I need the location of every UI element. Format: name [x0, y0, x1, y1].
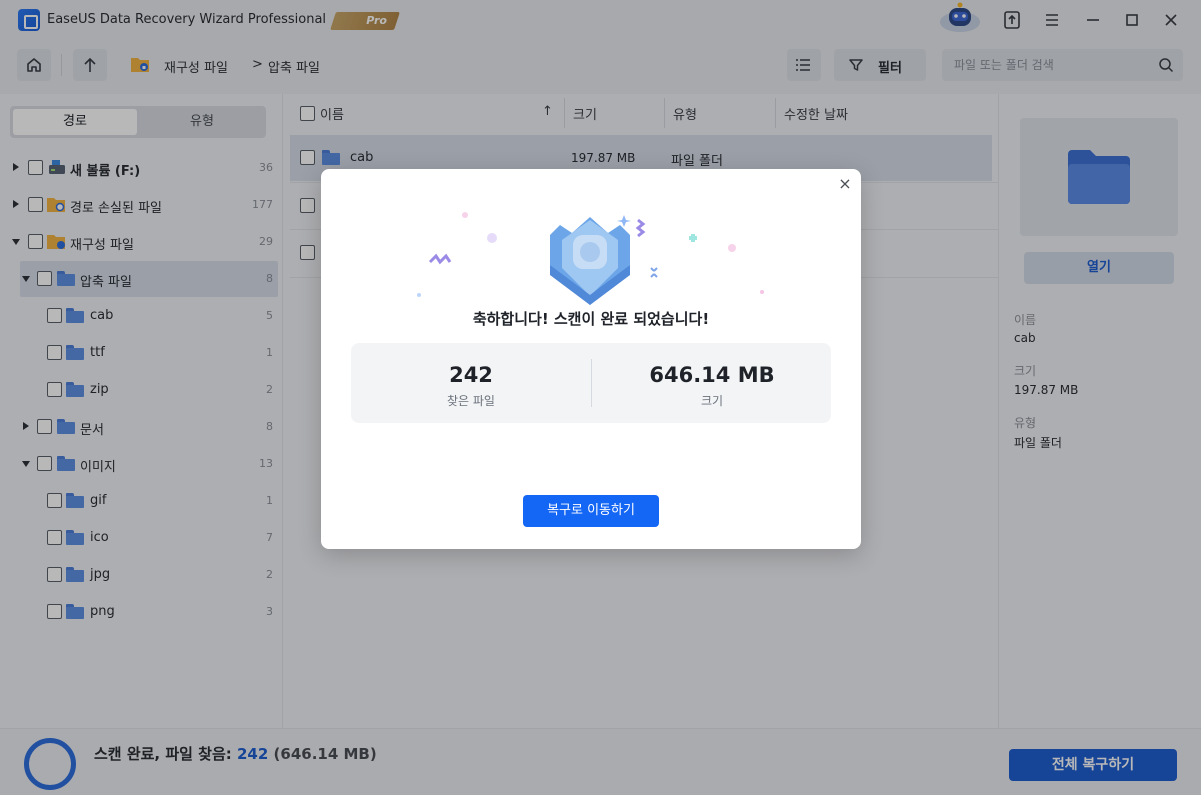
found-files-label: 찾은 파일: [447, 394, 495, 408]
total-size-label: 크기: [700, 394, 724, 408]
close-icon[interactable]: ×: [837, 176, 853, 192]
total-size-value: 646.14 MB: [649, 363, 775, 387]
trophy-illustration-icon: [417, 212, 764, 305]
go-to-recovery-button[interactable]: 복구로 이동하기: [523, 495, 659, 527]
dialog-headline: 축하합니다! 스캔이 완료 되었습니다!: [472, 310, 710, 328]
found-files-count: 242: [449, 363, 493, 387]
